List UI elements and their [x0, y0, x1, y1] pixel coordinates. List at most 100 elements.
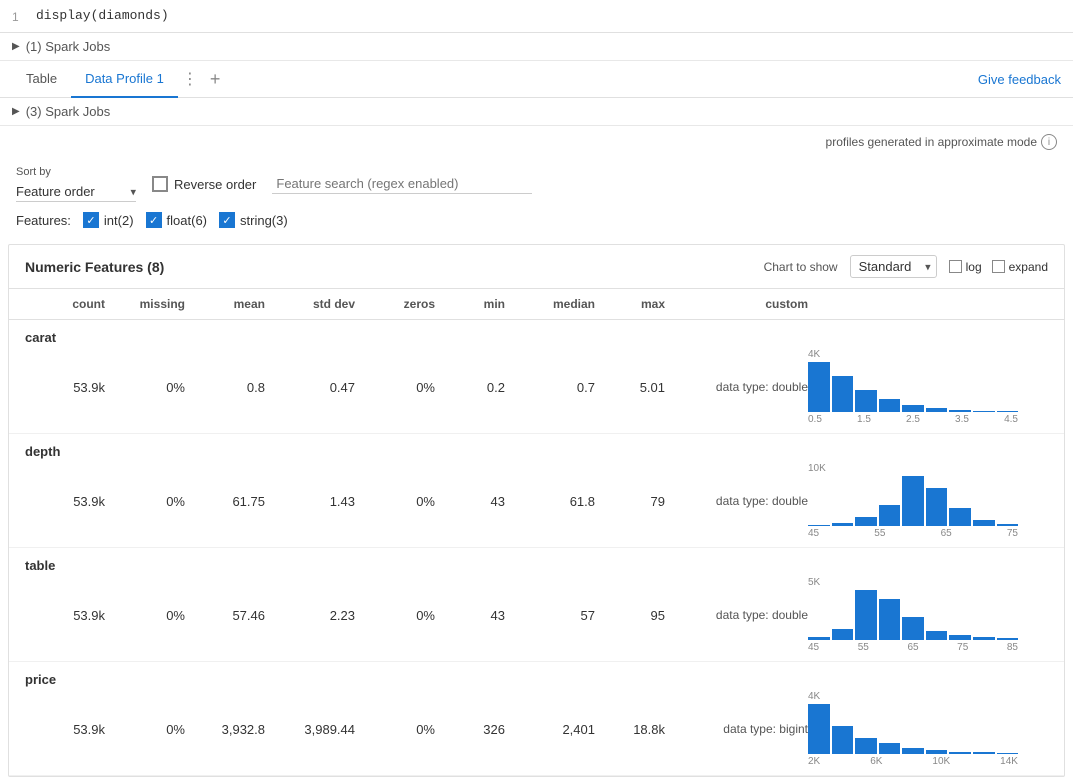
log-checkbox[interactable]: [949, 260, 962, 273]
hist-bar: [808, 637, 830, 640]
hist-bar: [949, 752, 971, 755]
hist-bar: [926, 488, 948, 526]
feature-data-row: 53.9k0%57.462.230%435795data type: doubl…: [25, 575, 1048, 657]
table-row: table53.9k0%57.462.230%435795data type: …: [9, 548, 1064, 662]
expand-label: expand: [1009, 260, 1048, 274]
reverse-order-label: Reverse order: [174, 177, 256, 192]
controls-bar: Sort by Feature order Name Missing % ▾ R…: [0, 158, 1073, 206]
histogram: 4K2K6K10K14K: [808, 691, 1038, 767]
col-std-dev: std dev: [265, 297, 355, 311]
col-count: count: [25, 297, 105, 311]
col-mean: mean: [185, 297, 265, 311]
hist-bar: [902, 748, 924, 754]
float-checkbox[interactable]: [146, 212, 162, 228]
hist-bar: [973, 637, 995, 640]
reverse-order-checkbox[interactable]: [152, 176, 168, 192]
hist-bar: [855, 738, 877, 754]
spark-jobs-2-label: (3) Spark Jobs: [26, 104, 111, 119]
info-icon[interactable]: i: [1041, 134, 1057, 150]
table-row: carat53.9k0%0.80.470%0.20.75.01data type…: [9, 320, 1064, 434]
sort-by-control: Sort by Feature order Name Missing % ▾: [16, 166, 136, 202]
tab-data-profile[interactable]: Data Profile 1: [71, 61, 178, 98]
feature-data-row: 53.9k0%0.80.470%0.20.75.01data type: dou…: [25, 347, 1048, 429]
tab-options-icon[interactable]: ⋮: [178, 69, 202, 89]
hist-bar: [997, 524, 1019, 526]
profile-info-bar: profiles generated in approximate mode i: [0, 126, 1073, 158]
feature-search-input[interactable]: [272, 174, 532, 194]
give-feedback-link[interactable]: Give feedback: [978, 72, 1061, 87]
custom-col: data type: double: [665, 494, 808, 508]
hist-bar: [997, 753, 1019, 754]
hist-bar: [879, 505, 901, 526]
histogram: 4K0.51.52.53.54.5: [808, 349, 1038, 425]
col-custom: custom: [665, 297, 808, 311]
custom-col: data type: double: [665, 380, 808, 394]
hist-bar: [832, 629, 854, 640]
feature-chip-float: float(6): [146, 212, 207, 228]
hist-bar: [997, 638, 1019, 640]
log-label: log: [966, 260, 982, 274]
feature-name: carat: [25, 324, 1048, 347]
string-label: string(3): [240, 213, 288, 228]
hist-bar: [973, 520, 995, 526]
chart-select-wrap: Standard Quantile ▾: [850, 255, 937, 278]
hist-bar: [832, 376, 854, 412]
feature-data-row: 53.9k0%3,932.83,989.440%3262,40118.8kdat…: [25, 689, 1048, 771]
hist-bar: [879, 399, 901, 412]
col-min: min: [435, 297, 505, 311]
numeric-title: Numeric Features (8): [25, 259, 164, 275]
expand-checkbox[interactable]: [992, 260, 1005, 273]
numeric-section-header: Numeric Features (8) Chart to show Stand…: [9, 245, 1064, 289]
sort-by-label: Sort by: [16, 166, 136, 178]
features-row: Features: int(2) float(6) string(3): [0, 206, 1073, 236]
chart-to-show-select[interactable]: Standard Quantile: [850, 255, 937, 278]
custom-col: data type: bigint: [665, 722, 808, 736]
hist-bar: [926, 750, 948, 754]
table-header: count missing mean std dev zeros min med…: [9, 289, 1064, 320]
hist-bar: [949, 635, 971, 640]
hist-bar: [902, 617, 924, 640]
spark-jobs-2[interactable]: ▶ (3) Spark Jobs: [0, 98, 1073, 126]
triangle-icon-2: ▶: [12, 106, 20, 117]
reverse-order-wrap: Reverse order: [152, 176, 256, 192]
histogram: 10K45556575: [808, 463, 1038, 539]
hist-bar: [997, 411, 1019, 412]
code-cell: 1 display(diamonds): [0, 0, 1073, 33]
spark-jobs-1-label: (1) Spark Jobs: [26, 39, 111, 54]
log-option[interactable]: log: [949, 260, 982, 274]
line-number: 1: [12, 8, 28, 24]
numeric-section: Numeric Features (8) Chart to show Stand…: [8, 244, 1065, 777]
string-checkbox[interactable]: [219, 212, 235, 228]
hist-bar: [973, 752, 995, 754]
hist-bar: [949, 410, 971, 412]
col-max: max: [595, 297, 665, 311]
hist-bar: [855, 517, 877, 526]
expand-option[interactable]: expand: [992, 260, 1048, 274]
table-row: depth53.9k0%61.751.430%4361.879data type…: [9, 434, 1064, 548]
profile-info-text: profiles generated in approximate mode: [826, 135, 1037, 149]
int-label: int(2): [104, 213, 134, 228]
int-checkbox[interactable]: [83, 212, 99, 228]
col-chart: [808, 297, 1048, 311]
hist-bar: [973, 411, 995, 412]
add-tab-button[interactable]: +: [202, 69, 229, 90]
code-content: display(diamonds): [36, 8, 169, 23]
hist-bar: [902, 405, 924, 412]
hist-bar: [855, 590, 877, 640]
feature-name: depth: [25, 438, 1048, 461]
tab-table[interactable]: Table: [12, 61, 71, 98]
histogram: 5K4555657585: [808, 577, 1038, 653]
hist-bar: [832, 726, 854, 754]
custom-col: data type: double: [665, 608, 808, 622]
col-zeros: zeros: [355, 297, 435, 311]
hist-bar: [832, 523, 854, 526]
log-expand-wrap: log expand: [949, 260, 1048, 274]
hist-bar: [808, 362, 830, 412]
hist-bar: [949, 508, 971, 526]
chart-to-show-label: Chart to show: [764, 260, 838, 274]
hist-bar: [902, 476, 924, 526]
sort-select[interactable]: Feature order Name Missing %: [16, 182, 136, 202]
hist-bar: [808, 704, 830, 754]
spark-jobs-1[interactable]: ▶ (1) Spark Jobs: [0, 33, 1073, 61]
tabs-bar: Table Data Profile 1 ⋮ + Give feedback: [0, 61, 1073, 98]
